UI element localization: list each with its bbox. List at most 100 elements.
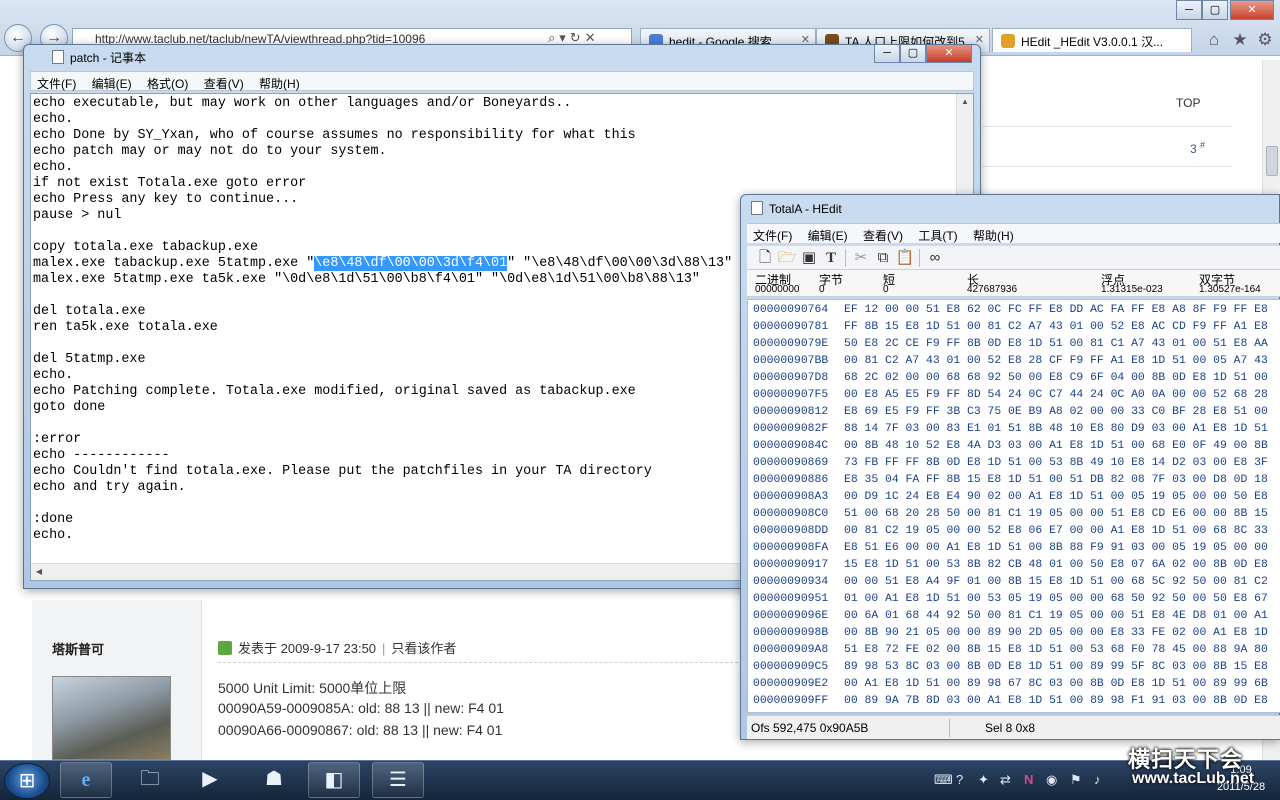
browser-minimize-button[interactable]: ─ — [1176, 0, 1202, 20]
menu-file[interactable]: 文件(F) — [747, 224, 798, 247]
tray-app-icon[interactable]: ◉ — [1046, 772, 1057, 788]
hex-bytes[interactable]: 00 8B 90 21 05 00 00 89 90 2D 05 00 00 E… — [844, 625, 1268, 642]
only-author-link[interactable]: 只看该作者 — [391, 641, 456, 656]
find-binoculars-icon[interactable]: ∞ — [925, 248, 945, 268]
menu-edit[interactable]: 编辑(E) — [86, 72, 138, 95]
browser-close-button[interactable]: ✕ — [1230, 0, 1274, 20]
text-line[interactable]: del totala.exe — [33, 304, 732, 320]
menu-view[interactable]: 查看(V) — [857, 224, 909, 247]
tab-hedit[interactable]: HEdit _HEdit V3.0.0.1 汉... — [992, 28, 1192, 52]
text-line[interactable]: goto done — [33, 400, 732, 416]
text-line[interactable]: copy totala.exe tabackup.exe — [33, 240, 732, 256]
menu-edit[interactable]: 编辑(E) — [802, 224, 854, 247]
network-app-icon[interactable]: ☗ — [248, 762, 300, 798]
hedit-taskbar-icon[interactable]: ◧ — [308, 762, 360, 798]
menu-file[interactable]: 文件(F) — [31, 72, 82, 95]
text-line[interactable] — [33, 416, 732, 432]
hex-bytes[interactable]: 01 00 A1 E8 1D 51 00 53 05 19 05 00 00 6… — [844, 591, 1268, 608]
hex-bytes[interactable]: 00 6A 01 68 44 92 50 00 81 C1 19 05 00 0… — [844, 608, 1268, 625]
ie-icon[interactable]: e — [60, 762, 112, 798]
hex-bytes[interactable]: 15 E8 1D 51 00 53 8B 82 CB 48 01 00 50 E… — [844, 557, 1268, 574]
onenote-icon[interactable]: N — [1024, 772, 1033, 787]
text-line[interactable]: echo. — [33, 368, 732, 384]
hex-bytes[interactable]: 00 60 6A 49 00 E8 AA 39 02 00 8D 54 24 1… — [844, 710, 1268, 712]
menu-format[interactable]: 格式(O) — [141, 72, 194, 95]
text-line[interactable]: echo ------------ — [33, 448, 732, 464]
editor-text[interactable]: echo executable, but may work on other l… — [33, 96, 732, 544]
menu-help[interactable]: 帮助(H) — [253, 72, 306, 95]
text-line[interactable]: :error — [33, 432, 732, 448]
hex-bytes[interactable]: 00 89 9A 7B 8D 03 00 A1 E8 1D 51 00 89 9… — [844, 693, 1268, 710]
text-line[interactable]: if not exist Totala.exe goto error — [33, 176, 732, 192]
text-line[interactable]: echo executable, but may work on other l… — [33, 96, 732, 112]
selected-text[interactable]: \e8\48\df\00\00\3d\f4\01 — [314, 256, 508, 271]
menu-view[interactable]: 查看(V) — [198, 72, 250, 95]
hex-bytes[interactable]: 51 E8 72 FE 02 00 8B 15 E8 1D 51 00 53 6… — [844, 642, 1268, 659]
hex-bytes[interactable]: EF 12 00 00 51 E8 62 0C FC FF E8 DD AC F… — [844, 302, 1268, 319]
text-line[interactable] — [33, 288, 732, 304]
hex-bytes[interactable]: 00 81 C2 19 05 00 00 52 E8 06 E7 00 00 A… — [844, 523, 1268, 540]
hex-bytes[interactable]: 50 E8 2C CE F9 FF 8B 0D E8 1D 51 00 81 C… — [844, 336, 1268, 353]
hex-bytes[interactable]: 00 8B 48 10 52 E8 4A D3 03 00 A1 E8 1D 5… — [844, 438, 1268, 455]
text-line[interactable]: ren ta5k.exe totala.exe — [33, 320, 732, 336]
favorites-icon[interactable]: ★ — [1230, 30, 1250, 50]
notepad-taskbar-icon[interactable]: ☰ — [372, 762, 424, 798]
maximize-button[interactable]: ▢ — [900, 45, 926, 63]
browser-maximize-button[interactable]: ▢ — [1202, 0, 1228, 20]
paste-icon[interactable]: 📋 — [895, 248, 915, 268]
hex-bytes[interactable]: 00 E8 A5 E5 F9 FF 8D 54 24 0C C7 44 24 0… — [844, 387, 1268, 404]
hex-bytes[interactable]: 00 00 51 E8 A4 9F 01 00 8B 15 E8 1D 51 0… — [844, 574, 1268, 591]
network-icon[interactable]: ⇄ — [1000, 772, 1011, 788]
explorer-folder-icon[interactable]: 🗀 — [124, 762, 176, 798]
text-line[interactable]: echo Patching complete. Totala.exe modif… — [33, 384, 732, 400]
copy-icon[interactable]: ⧉ — [873, 248, 893, 268]
home-icon[interactable]: ⌂ — [1204, 30, 1224, 50]
hex-bytes[interactable]: E8 35 04 FA FF 8B 15 E8 1D 51 00 51 DB 8… — [844, 472, 1268, 489]
text-line[interactable]: echo. — [33, 112, 732, 128]
text-line[interactable]: pause > nul — [33, 208, 732, 224]
cut-icon[interactable]: ✂ — [851, 248, 871, 268]
floor-number[interactable]: 3 # — [1190, 140, 1205, 156]
menu-help[interactable]: 帮助(H) — [967, 224, 1020, 247]
hex-bytes[interactable]: 89 98 53 8C 03 00 8B 0D E8 1D 51 00 89 9… — [844, 659, 1268, 676]
keyboard-icon[interactable]: ⌨ — [934, 772, 953, 788]
scroll-left-icon[interactable]: ◀ — [31, 564, 47, 580]
open-folder-icon[interactable]: 🗁 — [777, 248, 797, 268]
text-line[interactable]: echo and try again. — [33, 480, 732, 496]
close-button[interactable]: ✕ — [926, 45, 972, 63]
text-line[interactable]: malex.exe 5tatmp.exe ta5k.exe "\0d\e8\1d… — [33, 272, 732, 288]
text-line[interactable]: echo patch may or may not do to your sys… — [33, 144, 732, 160]
text-line[interactable]: malex.exe tabackup.exe 5tatmp.exe "\e8\4… — [33, 256, 732, 272]
menu-tools[interactable]: 工具(T) — [912, 224, 963, 247]
media-player-icon[interactable]: ▶ — [184, 762, 236, 798]
volume-icon[interactable]: ♪ — [1094, 772, 1101, 787]
hex-bytes[interactable]: 00 81 C2 A7 43 01 00 52 E8 28 CF F9 FF A… — [844, 353, 1268, 370]
hex-bytes[interactable]: 00 A1 E8 1D 51 00 89 98 67 8C 03 00 8B 0… — [844, 676, 1268, 693]
text-line[interactable] — [33, 224, 732, 240]
text-line[interactable]: echo Couldn't find totala.exe. Please pu… — [33, 464, 732, 480]
text-icon[interactable]: T — [821, 248, 841, 268]
new-file-icon[interactable]: 🗋 — [755, 248, 775, 268]
scroll-thumb[interactable] — [1266, 146, 1278, 176]
save-icon[interactable]: ▣ — [799, 248, 819, 268]
post-author[interactable]: 塔斯普可 — [52, 639, 104, 658]
text-line[interactable]: echo. — [33, 160, 732, 176]
scroll-up-icon[interactable]: ▲ — [957, 94, 973, 110]
hex-bytes[interactable]: 68 2C 02 00 00 68 68 92 50 00 E8 C9 6F 0… — [844, 370, 1268, 387]
hex-bytes[interactable]: 51 00 68 20 28 50 00 81 C1 19 05 00 00 5… — [844, 506, 1268, 523]
text-line[interactable]: :done — [33, 512, 732, 528]
hex-bytes[interactable]: E8 69 E5 F9 FF 3B C3 75 0E B9 A8 02 00 0… — [844, 404, 1268, 421]
hex-bytes[interactable]: 88 14 7F 03 00 83 E1 01 51 8B 48 10 E8 8… — [844, 421, 1268, 438]
start-button[interactable]: ⊞ — [4, 763, 50, 799]
text-line[interactable]: del 5tatmp.exe — [33, 352, 732, 368]
flag-icon[interactable]: ⚑ — [1070, 772, 1082, 788]
top-link[interactable]: TOP — [1176, 96, 1200, 110]
text-line[interactable]: echo. — [33, 528, 732, 544]
text-line[interactable]: echo Press any key to continue... — [33, 192, 732, 208]
hex-bytes[interactable]: 73 FB FF FF 8B 0D E8 1D 51 00 53 8B 49 1… — [844, 455, 1268, 472]
tools-gear-icon[interactable]: ⚙ — [1255, 30, 1275, 50]
minimize-button[interactable]: ─ — [874, 45, 900, 63]
text-line[interactable] — [33, 336, 732, 352]
hex-bytes[interactable]: FF 8B 15 E8 1D 51 00 81 C2 A7 43 01 00 5… — [844, 319, 1268, 336]
text-line[interactable] — [33, 496, 732, 512]
